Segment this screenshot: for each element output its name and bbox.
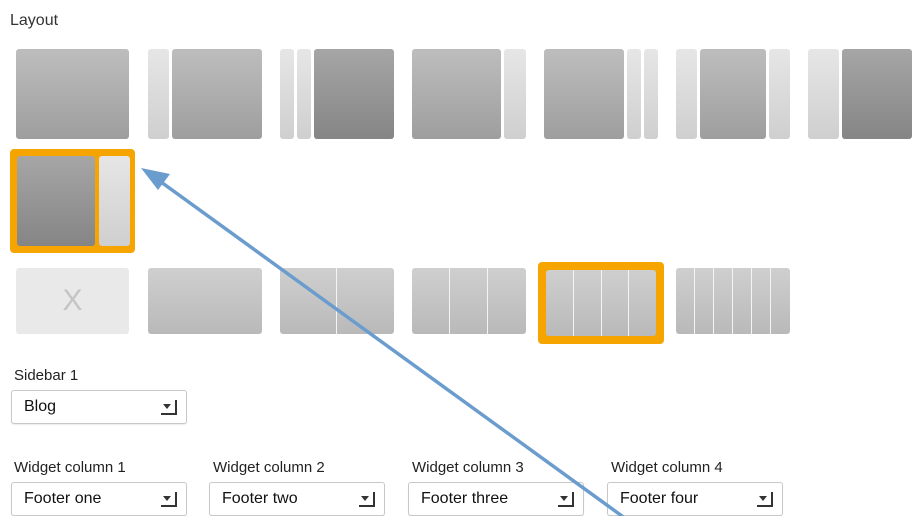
widget-column-3-label: Widget column 3: [412, 459, 524, 476]
layout-sidebar-block: [280, 49, 294, 139]
layout-option-two-narrow-left-sidebars[interactable]: [280, 49, 394, 139]
layout-option-narrow-left-sidebar-dark[interactable]: [808, 49, 912, 139]
footer-preview: [676, 268, 790, 334]
widget-column-2-value: Footer two: [222, 490, 298, 507]
footer-columns-6[interactable]: [676, 268, 790, 334]
widget-column-4-label: Widget column 4: [611, 459, 723, 476]
layout-option-wide-left-narrow-right-selected[interactable]: [10, 149, 135, 253]
footer-columns-3[interactable]: [412, 268, 526, 334]
layout-main-block: [700, 49, 766, 139]
footer-column-cell: [752, 268, 771, 334]
footer-preview: [280, 268, 394, 334]
layout-main-block: [314, 49, 394, 139]
layout-main-block: [172, 49, 262, 139]
footer-column-cell: [337, 268, 394, 334]
layout-sidebar-block: [769, 49, 790, 139]
sidebar-select-value: Blog: [24, 398, 57, 415]
footer-preview: [412, 268, 526, 334]
footer-column-cell: [148, 268, 262, 334]
layout-title: Layout: [10, 12, 59, 29]
footer-column-cell: [771, 268, 790, 334]
layout-main-block: [17, 156, 95, 246]
footer-column-cell: [629, 270, 656, 336]
layout-sidebar-block: [99, 156, 130, 246]
layout-sidebar-block: [644, 49, 658, 139]
layout-sidebar-block: [676, 49, 697, 139]
widget-column-4-select[interactable]: Footer four: [607, 482, 783, 516]
widget-column-1-select[interactable]: Footer one: [11, 482, 187, 516]
layout-main-block: [412, 49, 501, 139]
footer-column-cell: [280, 268, 337, 334]
annotation-arrowhead: [141, 168, 170, 190]
layout-sidebar-block: [808, 49, 839, 139]
footer-preview: [546, 270, 656, 336]
footer-column-cell: [676, 268, 695, 334]
layout-option-narrow-right-sidebar[interactable]: [412, 49, 526, 139]
layout-option-sidebars-both-sides[interactable]: [676, 49, 790, 139]
widget-column-3-select[interactable]: Footer three: [408, 482, 584, 516]
dropdown-arrow-icon: [161, 492, 177, 507]
footer-column-cell: [546, 270, 574, 336]
footer-columns-none[interactable]: X: [16, 268, 129, 334]
dropdown-arrow-icon: [359, 492, 375, 507]
layout-sidebar-block: [504, 49, 526, 139]
widget-column-3-value: Footer three: [421, 490, 509, 507]
layout-option-full-width[interactable]: [16, 49, 129, 139]
footer-column-cell: [574, 270, 602, 336]
layout-option-two-narrow-right-sidebars[interactable]: [544, 49, 658, 139]
layout-main-block: [544, 49, 624, 139]
widget-column-1-label: Widget column 1: [14, 459, 126, 476]
footer-column-cell: [714, 268, 733, 334]
layout-main-block: [16, 49, 129, 139]
footer-column-cell: [602, 270, 629, 336]
footer-columns-2[interactable]: [280, 268, 394, 334]
footer-preview: [148, 268, 262, 334]
footer-column-cell: [695, 268, 714, 334]
widget-column-2-select[interactable]: Footer two: [209, 482, 385, 516]
widget-column-1-value: Footer one: [24, 490, 102, 507]
footer-none-x-glyph: X: [16, 268, 129, 334]
sidebar-select[interactable]: Blog: [11, 390, 187, 424]
dropdown-arrow-icon: [161, 400, 177, 415]
footer-columns-1[interactable]: [148, 268, 262, 334]
footer-column-cell: [450, 268, 488, 334]
footer-columns-4-selected[interactable]: [538, 262, 664, 344]
dropdown-arrow-icon: [757, 492, 773, 507]
widget-column-2-label: Widget column 2: [213, 459, 325, 476]
footer-column-cell: [488, 268, 526, 334]
layout-option-narrow-left-sidebar[interactable]: [148, 49, 262, 139]
widget-column-4-value: Footer four: [620, 490, 699, 507]
layout-sidebar-block: [148, 49, 169, 139]
layout-sidebar-block: [297, 49, 311, 139]
dropdown-arrow-icon: [558, 492, 574, 507]
layout-sidebar-block: [627, 49, 641, 139]
sidebar-label: Sidebar 1: [14, 367, 79, 384]
layout-main-block: [842, 49, 912, 139]
footer-column-cell: [733, 268, 752, 334]
footer-column-cell: [412, 268, 450, 334]
